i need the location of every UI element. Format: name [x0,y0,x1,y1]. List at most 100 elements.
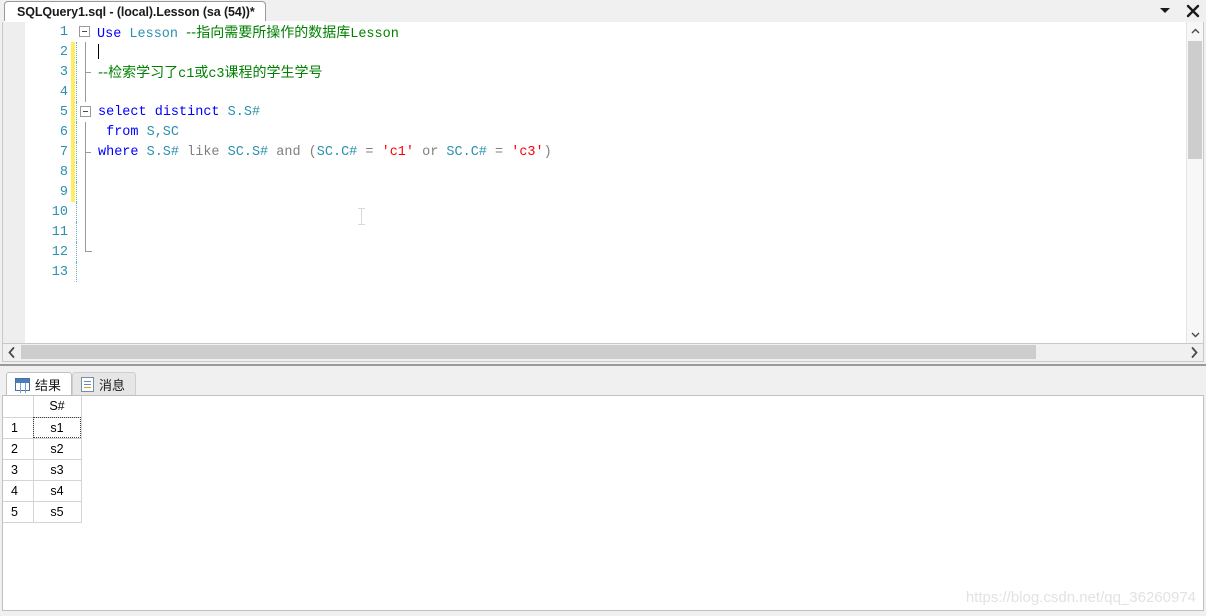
grid-row-number[interactable]: 2 [3,438,34,460]
grid-cell[interactable]: s5 [33,501,82,523]
code-token: where [98,144,147,160]
results-tab-messages[interactable]: 消息 [72,372,137,396]
results-panel: 结果 消息 S# 1 s1 2 s2 3 s3 4 s4 5 s5 https://blog.csdn… [0,366,1206,616]
code-line[interactable]: 11 [25,222,1203,242]
outlining-margin [78,42,94,62]
document-tab-label: SQLQuery1.sql - (local).Lesson (sa (54))… [17,5,255,19]
code-token: Use [97,27,130,42]
code-text[interactable]: Use Lesson --指向需要所操作的数据库Lesson [93,22,1203,42]
code-line[interactable]: 12 [25,242,1203,262]
editor-vertical-scrollbar[interactable] [1186,22,1203,343]
vertical-scroll-thumb[interactable] [1188,41,1202,159]
grid-row-number[interactable]: 1 [3,417,34,439]
line-number: 4 [59,84,68,100]
code-token: or [414,144,447,160]
code-token: 'c3' [511,144,544,160]
code-token: SC.S# [227,144,277,160]
table-row[interactable]: 2 s2 [3,438,82,460]
code-text[interactable] [94,43,1203,60]
results-grid-container[interactable]: S# 1 s1 2 s2 3 s3 4 s4 5 s5 [2,395,1204,611]
outlining-tick [85,72,91,73]
text-caret [98,43,99,59]
grid-cell[interactable]: s3 [33,459,82,481]
line-number: 9 [59,184,68,200]
grid-row-number[interactable]: 5 [3,501,34,523]
code-line[interactable]: 13 [25,262,1203,282]
code-text[interactable]: --检索学习了c1或c3课程的学生学号 [94,62,1203,82]
code-line[interactable]: 3 --检索学习了c1或c3课程的学生学号 [25,62,1203,82]
scroll-right-icon[interactable] [1186,344,1203,360]
table-row[interactable]: 1 s1 [3,417,82,439]
outlining-margin [78,62,94,82]
chevron-down-icon[interactable] [1156,2,1174,20]
scroll-up-icon[interactable] [1187,22,1203,39]
outlining-margin[interactable] [78,102,94,122]
grid-cell[interactable]: s2 [33,438,82,460]
table-row[interactable]: 4 s4 [3,480,82,502]
code-lines[interactable]: 1 Use Lesson --指向需要所操作的数据库Lesson 2 3 --检索学习了… [25,22,1203,343]
grid-header-row: S# [3,396,82,418]
code-token: Lesson [350,27,399,42]
watermark-text: https://blog.csdn.net/qq_36260974 [965,589,1196,606]
code-text[interactable]: from S,SC [94,125,1203,140]
code-editor[interactable]: 1 Use Lesson --指向需要所操作的数据库Lesson 2 3 --检索学习了… [2,22,1204,344]
results-grid[interactable]: S# 1 s1 2 s2 3 s3 4 s4 5 s5 [3,396,82,523]
code-line[interactable]: 9 [25,182,1203,202]
line-number: 8 [59,164,68,180]
code-token: ( [308,144,317,160]
code-line[interactable]: 5 select distinct S.S# [25,102,1203,122]
results-grid-icon [15,377,30,391]
outlining-tick [85,152,91,153]
change-indicator [71,162,75,182]
table-row[interactable]: 5 s5 [3,501,82,523]
change-indicator [71,182,75,202]
code-line[interactable]: 8 [25,162,1203,182]
code-token: c3 [208,67,225,82]
collapse-box-icon[interactable] [79,26,90,37]
scroll-left-icon[interactable] [3,344,20,360]
code-line[interactable]: 7 where S.S# like SC.S# and (SC.C# = 'c1'… [25,142,1203,162]
code-line[interactable]: 1 Use Lesson --指向需要所操作的数据库Lesson [25,22,1203,43]
outlining-margin[interactable] [77,22,93,42]
grid-cell[interactable]: s1 [33,417,82,439]
results-tab-strip[interactable]: 结果 消息 [6,372,137,396]
code-token: S.S# [227,104,261,120]
outlining-margin [78,222,94,242]
editor-horizontal-scrollbar[interactable] [2,344,1204,362]
scroll-down-icon[interactable] [1187,326,1203,343]
code-token: S,SC [146,124,180,140]
grid-corner-cell[interactable] [3,396,34,418]
code-token: ) [543,144,552,160]
code-text[interactable]: select distinct S.S# [94,105,1203,120]
collapse-box-icon[interactable] [80,106,91,117]
change-indicator [71,142,75,162]
title-bar: SQLQuery1.sql - (local).Lesson (sa (54))… [0,0,1206,22]
grid-column-header[interactable]: S# [33,396,82,418]
grid-row-number[interactable]: 3 [3,459,34,481]
code-token: SC.C# [446,144,487,160]
outlining-line [85,122,86,142]
close-icon[interactable] [1184,2,1202,20]
code-token: --检索学习了 [98,65,179,81]
code-token: SC.C# [316,144,358,160]
grid-row-number[interactable]: 4 [3,480,34,502]
results-tab-results[interactable]: 结果 [6,372,73,396]
line-number: 7 [59,144,68,160]
outlining-margin [78,162,94,182]
table-row[interactable]: 3 s3 [3,459,82,481]
change-indicator [71,262,75,282]
outlining-line [85,202,86,222]
grid-cell[interactable]: s4 [33,480,82,502]
code-line[interactable]: 2 [25,42,1203,62]
line-number: 2 [59,44,68,60]
change-indicator [71,42,75,62]
document-tab[interactable]: SQLQuery1.sql - (local).Lesson (sa (54))… [4,1,266,22]
code-line[interactable]: 6 from S,SC [25,122,1203,142]
code-line[interactable]: 4 [25,82,1203,102]
line-number: 5 [59,104,68,120]
code-line[interactable]: 10 [25,202,1203,222]
change-indicator [71,122,75,142]
line-number: 11 [51,224,68,240]
horizontal-scroll-thumb[interactable] [21,345,1036,359]
code-text[interactable]: where S.S# like SC.S# and (SC.C# = 'c1' … [94,145,1203,160]
